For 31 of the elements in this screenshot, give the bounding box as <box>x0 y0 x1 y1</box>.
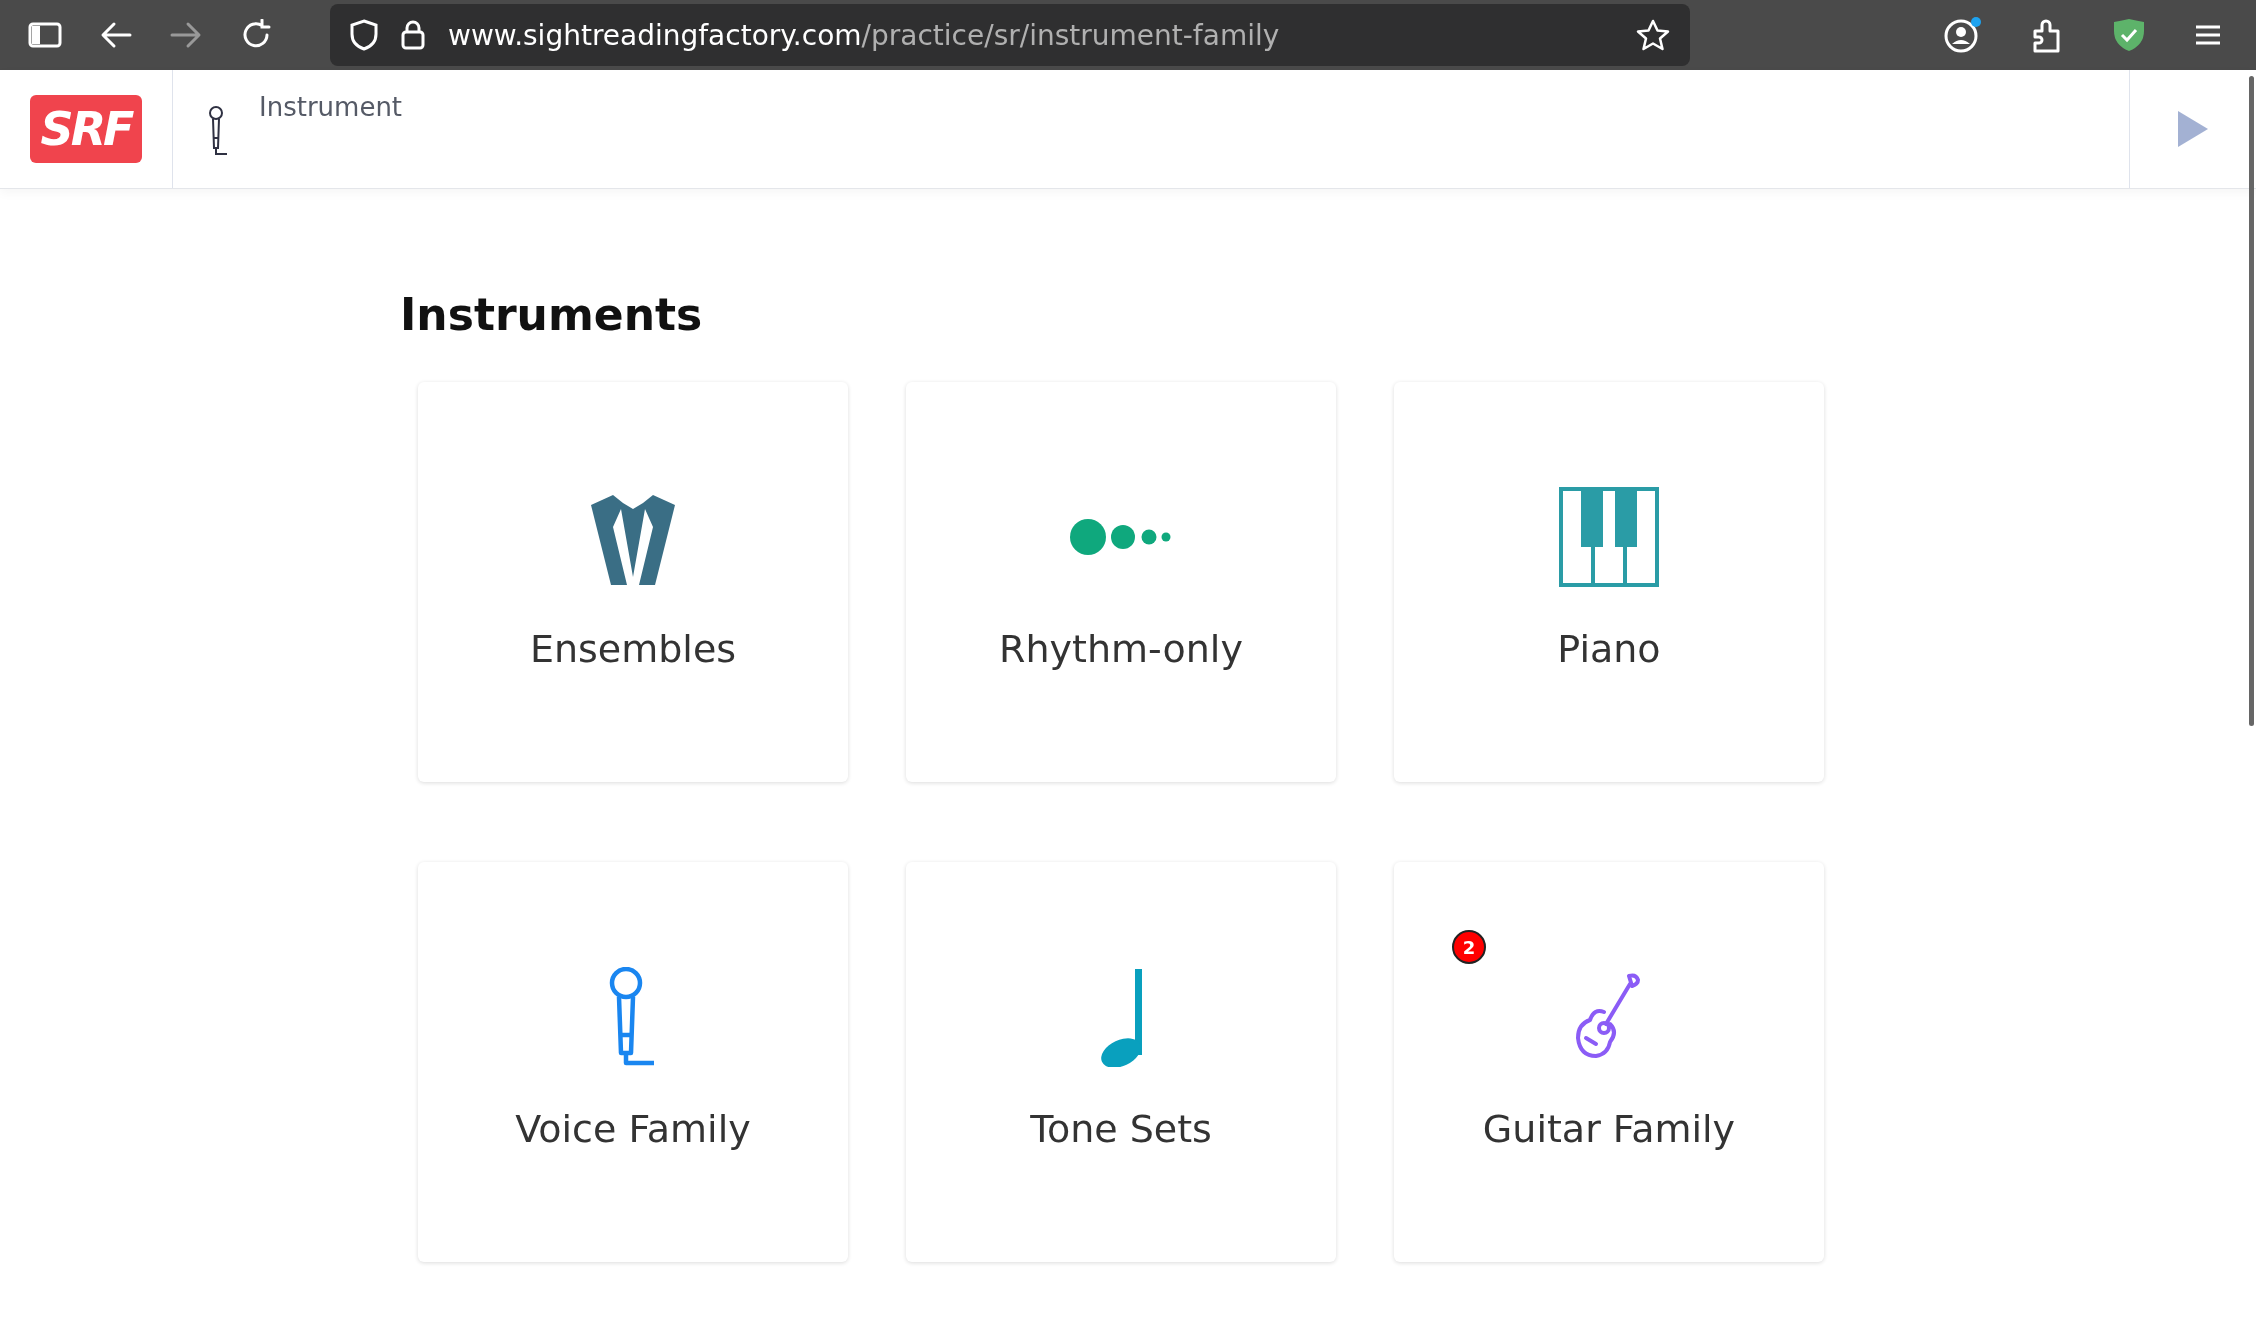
card-label: Guitar Family <box>1482 1107 1736 1151</box>
sidebar-icon[interactable] <box>28 22 62 48</box>
instrument-card[interactable]: Ensembles <box>418 382 848 782</box>
breadcrumb-label: Instrument <box>259 92 403 124</box>
instrument-card[interactable]: Voice Family <box>418 862 848 1262</box>
notification-badge: 2 <box>1452 930 1486 964</box>
back-arrow-icon[interactable] <box>100 21 132 49</box>
instrument-card[interactable]: 2 Guitar Family <box>1394 862 1824 1262</box>
instrument-card[interactable]: Tone Sets <box>906 862 1336 1262</box>
star-icon[interactable] <box>1636 19 1670 51</box>
instrument-card[interactable]: Piano <box>1394 382 1824 782</box>
card-label: Rhythm-only <box>999 627 1243 671</box>
dots-icon <box>1069 517 1173 557</box>
menu-icon[interactable] <box>2194 24 2222 46</box>
forward-arrow-icon[interactable] <box>170 21 202 49</box>
card-label: Piano <box>1557 627 1661 671</box>
shield-check-icon[interactable] <box>2112 17 2146 53</box>
microphone-icon <box>207 106 229 156</box>
card-label: Ensembles <box>529 627 737 671</box>
logo[interactable]: SRF <box>30 95 142 163</box>
url-text[interactable]: www.sightreadingfactory.com/practice/sr/instrument-family <box>448 18 1614 52</box>
card-label: Tone Sets <box>1030 1107 1212 1151</box>
instrument-card[interactable]: Rhythm-only <box>906 382 1336 782</box>
piano-icon <box>1559 487 1659 587</box>
shield-icon <box>350 19 378 51</box>
lock-icon <box>400 19 426 51</box>
card-label: Voice Family <box>515 1107 751 1151</box>
page-heading: Instruments <box>400 289 704 340</box>
scrollbar[interactable] <box>2249 76 2254 726</box>
address-bar[interactable]: www.sightreadingfactory.com/practice/sr/instrument-family <box>330 4 1690 66</box>
account-icon[interactable] <box>1944 16 1984 54</box>
